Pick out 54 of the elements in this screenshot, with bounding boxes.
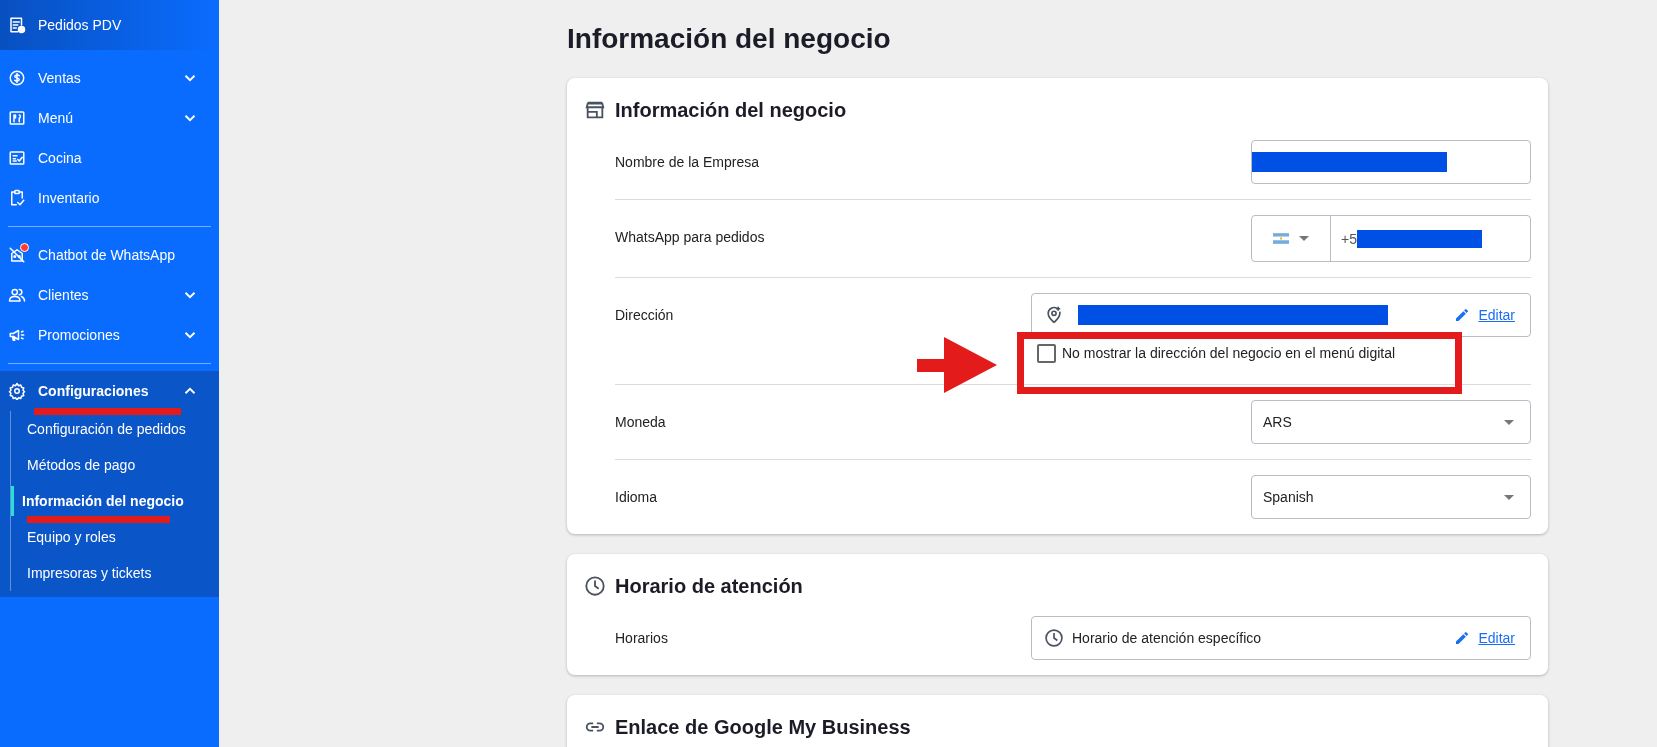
store-icon (584, 99, 606, 121)
people-icon (8, 286, 26, 304)
nav-item[interactable]: Inventario (0, 178, 219, 218)
clipboard-icon (8, 189, 26, 207)
checkbox-option[interactable]: No mostrar la dirección del negocio en el menú digital (1037, 343, 1531, 363)
nav-item[interactable]: Configuraciones (0, 374, 219, 408)
card-title: Horario de atención (615, 574, 803, 598)
field-label: WhatsApp para pedidos (615, 228, 765, 247)
coin-icon (8, 69, 26, 87)
clock-icon (1044, 628, 1064, 648)
field-label: Horarios (615, 629, 668, 648)
phone-value: +5 (1341, 230, 1357, 247)
field-label: Dirección (615, 306, 674, 325)
dropdown-select[interactable]: ARS (1251, 400, 1531, 444)
page-title: Información del negocio (567, 22, 892, 56)
checkbox[interactable] (1037, 343, 1056, 363)
caret-icon (1504, 494, 1514, 500)
submenu-item[interactable]: Información del negocio (11, 486, 219, 516)
checklist-icon (8, 149, 26, 167)
nav-item[interactable]: Chatbot de WhatsApp (0, 235, 219, 275)
caret-icon (1299, 236, 1309, 241)
company-name-field[interactable] (1251, 140, 1531, 184)
receipt-icon (8, 16, 26, 34)
submenu-item[interactable]: Impresoras y tickets (11, 558, 219, 588)
submenu-item[interactable]: Equipo y roles (11, 522, 219, 552)
dropdown-select[interactable]: Spanish (1251, 475, 1531, 519)
nav-item[interactable]: Menú (0, 98, 219, 138)
submenu-item[interactable]: Configuración de pedidos (11, 414, 219, 444)
field-label: Nombre de la Empresa (615, 153, 759, 172)
app-title[interactable]: Pedidos PDV (38, 17, 122, 33)
menu-card-icon (8, 109, 26, 127)
nav-item[interactable]: Promociones (0, 315, 219, 355)
address-field[interactable]: Editar (1031, 293, 1531, 337)
nav-item[interactable]: Ventas (0, 58, 219, 98)
nav-item[interactable]: Cocina (0, 138, 219, 178)
pencil-icon (1454, 630, 1471, 646)
phone-field[interactable]: +5 (1251, 215, 1531, 262)
card-title: Información del negocio (615, 98, 847, 122)
clock-icon (584, 575, 606, 597)
edit-link[interactable]: Editar (1454, 630, 1515, 646)
edit-link[interactable]: Editar (1454, 307, 1515, 323)
nav-item[interactable]: Clientes (0, 275, 219, 315)
schedule-value: Horario de atención específico (1072, 630, 1263, 646)
robot-icon (8, 246, 26, 264)
map-pin-icon (1044, 305, 1064, 325)
field-label: Moneda (615, 413, 666, 432)
flag-icon (1273, 233, 1289, 244)
settings-icon (8, 382, 26, 400)
caret-icon (1504, 419, 1514, 425)
submenu-item[interactable]: Métodos de pago (11, 450, 219, 480)
card-title: Enlace de Google My Business (615, 715, 911, 739)
pencil-icon (1454, 307, 1471, 323)
schedule-field[interactable]: Horario de atención específico Editar (1031, 616, 1531, 660)
field-label: Idioma (615, 488, 658, 507)
